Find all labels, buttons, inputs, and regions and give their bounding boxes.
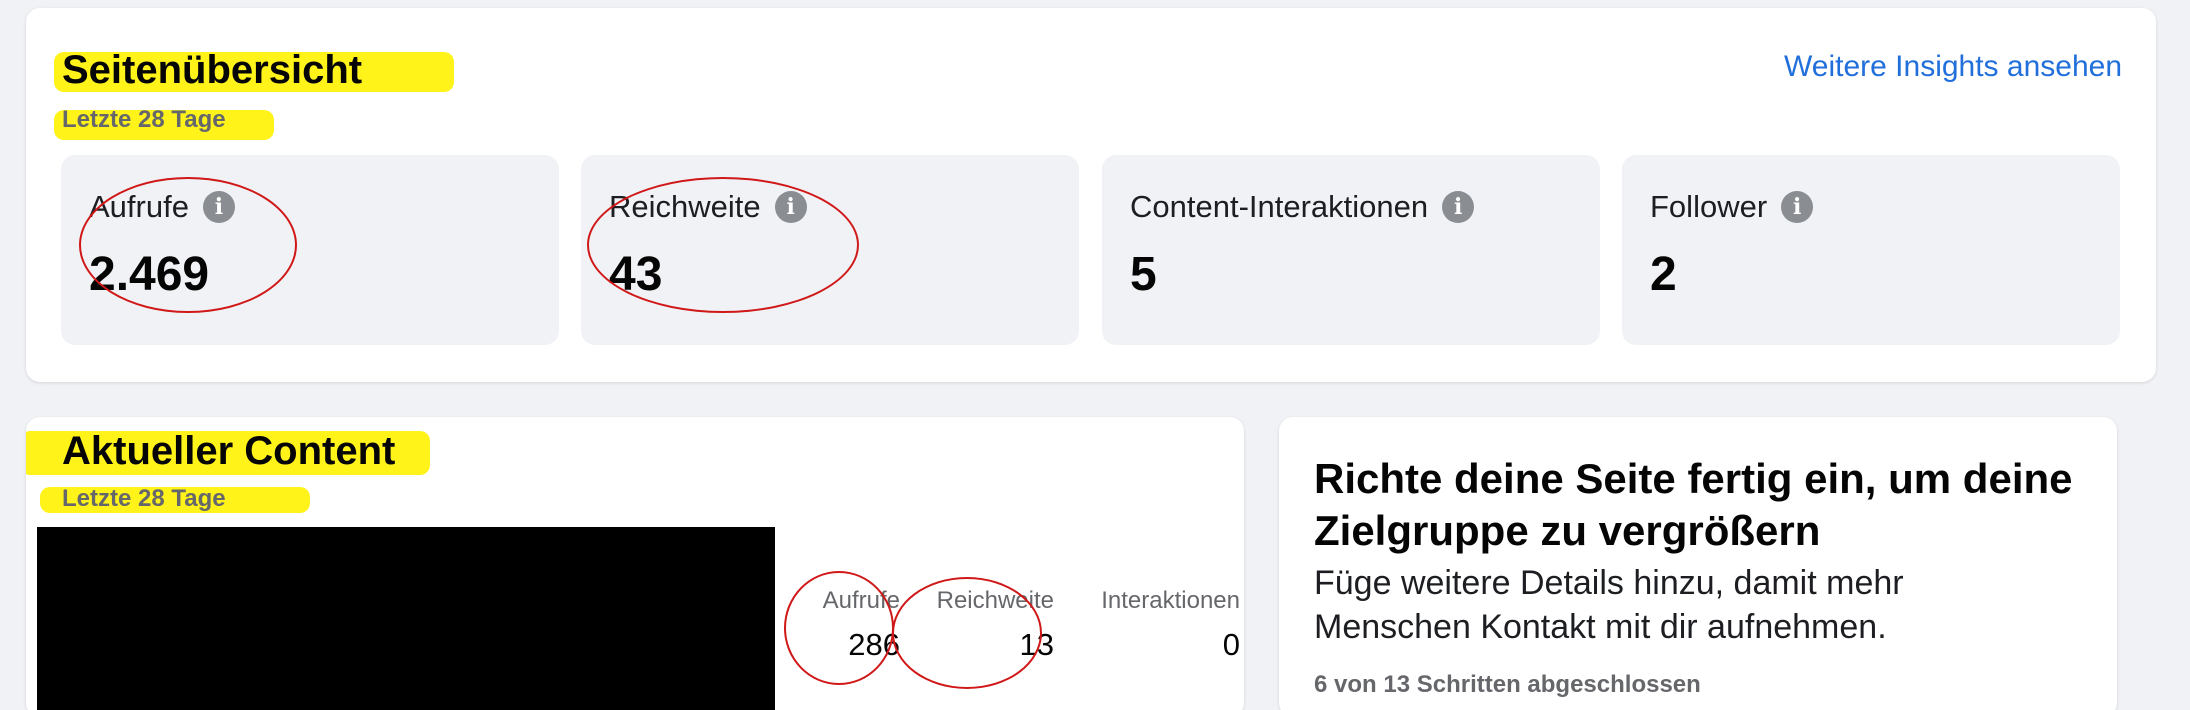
info-icon[interactable]: i bbox=[1442, 191, 1475, 223]
metric-value: 2 bbox=[1650, 248, 1677, 301]
metric-label: Follower bbox=[1650, 189, 1768, 224]
stat-value: 13 bbox=[1019, 627, 1054, 662]
post-stat-reach: Reichweite 13 bbox=[900, 587, 1054, 663]
setup-progress: 6 von 13 Schritten abgeschlossen bbox=[1314, 671, 1701, 698]
post-thumbnail[interactable] bbox=[37, 527, 775, 710]
setup-description: Füge weitere Details hinzu, damit mehr M… bbox=[1314, 564, 1904, 646]
section-title: Seitenübersicht bbox=[62, 48, 363, 92]
metric-label: Reichweite bbox=[609, 189, 761, 224]
stat-label: Interaktionen bbox=[1101, 587, 1240, 614]
stat-label: Reichweite bbox=[936, 587, 1054, 614]
post-stat-views: Aufrufe 286 bbox=[788, 587, 900, 663]
metric-value: 2.469 bbox=[89, 248, 210, 301]
metric-label: Aufrufe bbox=[89, 189, 189, 224]
metric-value: 5 bbox=[1130, 248, 1157, 301]
section-title: Aktueller Content bbox=[62, 429, 396, 473]
more-insights-link[interactable]: Weitere Insights ansehen bbox=[1784, 50, 2122, 84]
section-subtitle: Letzte 28 Tage bbox=[62, 106, 226, 133]
metric-card-views[interactable]: Aufrufe i 2.469 bbox=[61, 155, 559, 345]
info-icon[interactable]: i bbox=[1781, 191, 1814, 223]
metric-card-followers[interactable]: Follower i 2 bbox=[1622, 155, 2120, 345]
stat-value: 0 bbox=[1222, 627, 1240, 662]
metric-value: 43 bbox=[609, 248, 663, 301]
stat-value: 286 bbox=[848, 627, 900, 662]
post-stat-interactions: Interaktionen 0 bbox=[1054, 587, 1240, 663]
stat-label: Aufrufe bbox=[822, 587, 900, 614]
setup-title: Richte deine Seite fertig ein, um deine … bbox=[1314, 455, 2073, 554]
metric-card-reach[interactable]: Reichweite i 43 bbox=[581, 155, 1079, 345]
info-icon[interactable]: i bbox=[774, 191, 807, 223]
section-subtitle: Letzte 28 Tage bbox=[62, 485, 226, 512]
page-overview-card: Seitenübersicht Letzte 28 Tage Weitere I… bbox=[26, 8, 2156, 382]
metric-card-content-interactions[interactable]: Content-Interaktionen i 5 bbox=[1102, 155, 1600, 345]
info-icon[interactable]: i bbox=[202, 191, 235, 223]
metric-label: Content-Interaktionen bbox=[1130, 189, 1429, 224]
page-setup-card: Richte deine Seite fertig ein, um deine … bbox=[1279, 417, 2117, 710]
recent-content-card: Aktueller Content Letzte 28 Tage Aufrufe… bbox=[26, 417, 1244, 710]
